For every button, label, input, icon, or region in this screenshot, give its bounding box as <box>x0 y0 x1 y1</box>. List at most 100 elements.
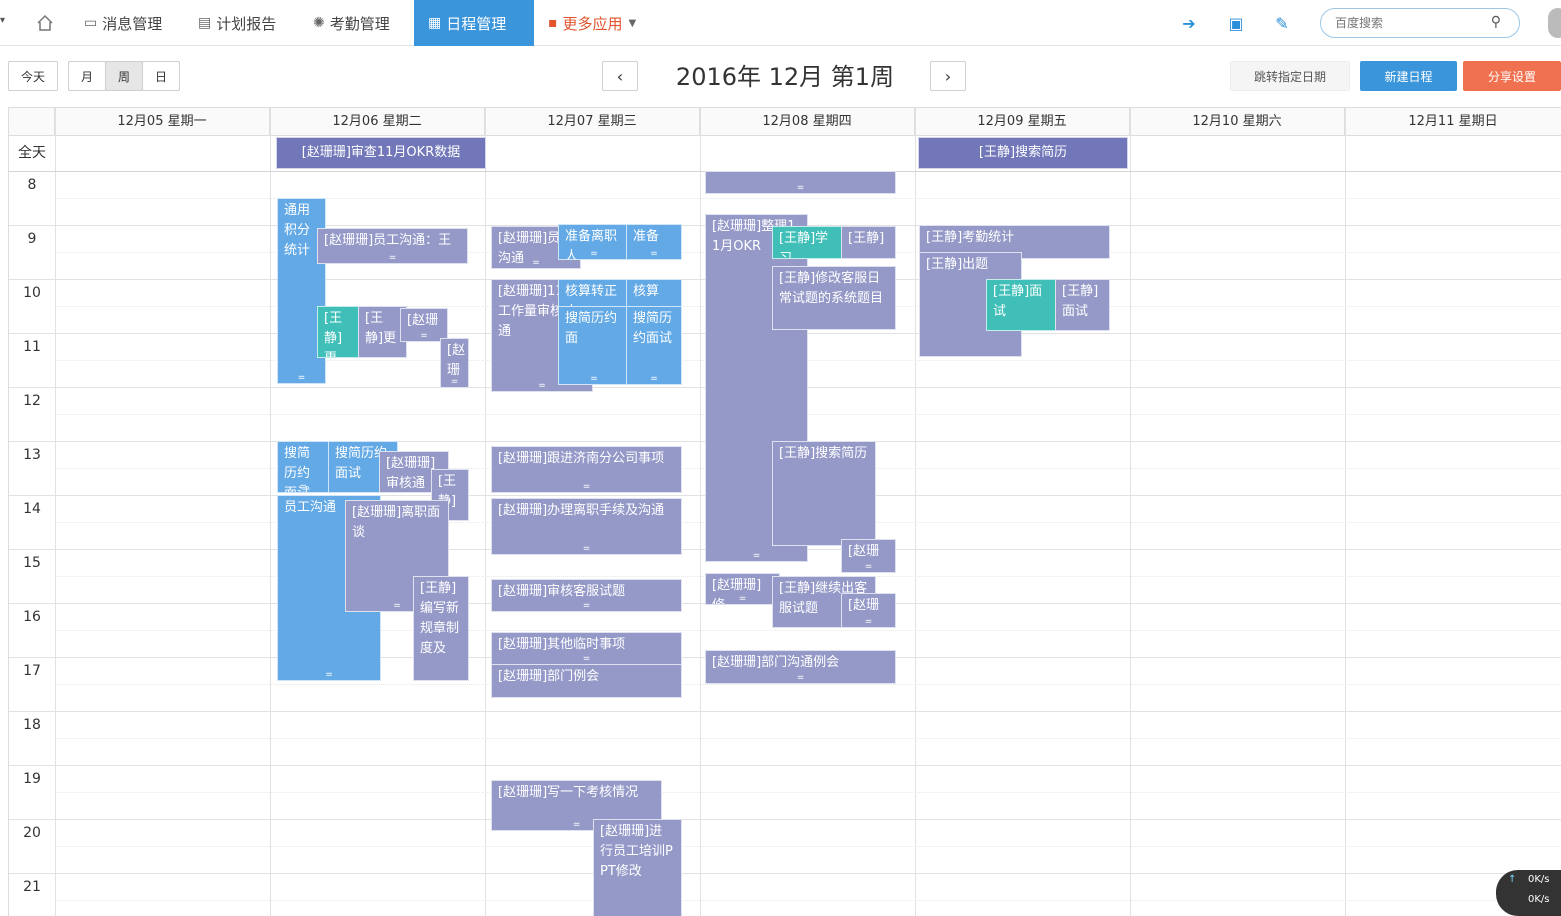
resize-handle[interactable]: = <box>492 655 681 664</box>
search-icon[interactable]: ⚲ <box>1491 14 1501 30</box>
upload-speed: 0K/s <box>1528 874 1550 885</box>
event-title: [王静]编写新规章制度及 <box>420 581 460 656</box>
day-header[interactable]: 12月11 星期日 <box>1345 108 1561 136</box>
hour-label: 19 <box>23 771 41 787</box>
calendar-event[interactable]: 准备 = <box>626 224 682 260</box>
calendar-event[interactable]: 准备离职人 = <box>558 224 630 260</box>
edit-icon: ✎ <box>1275 13 1289 33</box>
contacts-icon: ▣ <box>1228 13 1244 33</box>
calendar-event[interactable]: 搜简历约面试= <box>626 306 682 385</box>
resize-handle[interactable]: = <box>706 184 895 193</box>
nav-item-messages[interactable]: ▭ 消息管理 <box>84 0 162 46</box>
resize-handle[interactable]: = <box>492 545 681 554</box>
nav-item-more-apps[interactable]: ▪ 更多应用 ▼ <box>548 0 636 46</box>
calendar-event[interactable]: [赵珊珊]修= <box>705 573 780 605</box>
calendar-event[interactable]: [赵珊珊]审核客服试题 = <box>491 579 682 612</box>
top-nav: ▾ ▭ 消息管理 ▤ 计划报告 ✺ 考勤管理 ▦ 日程管理 ▪ 更多应用 ▼ ➔ ▣ ✎ … <box>0 0 1561 46</box>
resize-handle[interactable]: = <box>278 483 328 492</box>
resize-handle[interactable]: = <box>492 602 681 611</box>
calendar-event[interactable]: [赵珊 = <box>440 338 469 388</box>
event-title: [王静]出题 <box>926 257 989 272</box>
resize-handle[interactable]: = <box>492 259 580 268</box>
hour-label: 15 <box>23 555 41 571</box>
calendar-event[interactable]: 搜简历约面试= <box>277 441 329 493</box>
week-view-button[interactable]: 周 <box>105 61 143 91</box>
hour-label: 18 <box>23 717 41 733</box>
event-title: [赵珊珊]办理离职手续及沟通 <box>498 503 665 518</box>
download-speed: 0K/s <box>1528 894 1550 905</box>
resize-handle[interactable]: = <box>706 595 779 604</box>
edit-button[interactable]: ✎ <box>1271 12 1293 34</box>
allday-event[interactable]: [赵珊珊]审查11月OKR数据 <box>276 137 486 169</box>
avatar[interactable] <box>1548 8 1561 38</box>
nav-item-reports[interactable]: ▤ 计划报告 <box>198 0 276 46</box>
calendar-event[interactable]: [赵珊 = <box>841 593 896 628</box>
event-title: 准备 <box>633 229 660 244</box>
day-header[interactable]: 12月10 星期六 <box>1130 108 1345 136</box>
calendar-event[interactable]: [赵珊珊]员工沟通：王 = <box>317 228 468 264</box>
calendar-event[interactable]: [赵珊 = <box>400 308 448 342</box>
home-button[interactable] <box>36 0 58 46</box>
event-title: [赵珊珊]部门例会 <box>498 669 600 684</box>
resize-handle[interactable]: = <box>559 375 629 384</box>
nav-item-schedule[interactable]: ▦ 日程管理 <box>414 0 534 46</box>
calendar-event[interactable]: [王静]修改客服日常试题的系统题目 <box>772 266 896 330</box>
resize-handle[interactable]: = <box>842 563 895 572</box>
nav-item-attendance[interactable]: ✺ 考勤管理 <box>313 0 390 46</box>
network-speed-widget[interactable]: ↑ 0K/s 0K/s <box>1496 870 1561 916</box>
calendar-event[interactable]: [王静]面试 <box>1055 279 1110 331</box>
day-header[interactable]: 12月08 星期四 <box>700 108 915 136</box>
resize-handle[interactable]: = <box>706 552 807 561</box>
resize-handle[interactable]: = <box>559 250 629 259</box>
event-title: [赵珊珊]员工沟通：王 <box>324 233 452 248</box>
today-button[interactable]: 今天 <box>8 61 58 91</box>
month-view-button[interactable]: 月 <box>68 61 106 91</box>
day-header[interactable]: 12月05 星期一 <box>55 108 270 136</box>
resize-handle[interactable]: = <box>706 674 895 683</box>
next-week-button[interactable]: › <box>930 61 966 91</box>
share-settings-button[interactable]: 分享设置 <box>1463 61 1561 91</box>
resize-handle[interactable]: = <box>278 671 380 680</box>
resize-handle[interactable]: = <box>441 378 468 387</box>
nav-label: 日程管理 <box>446 14 507 33</box>
calendar-event[interactable]: [王静]搜索简历 <box>772 441 876 546</box>
event-title: 核算 <box>633 284 660 299</box>
calendar-event[interactable]: [赵珊珊]部门沟通例会 = <box>705 650 896 684</box>
resize-handle[interactable]: = <box>278 374 325 383</box>
contacts-button[interactable]: ▣ <box>1225 12 1247 34</box>
calendar-event[interactable]: [王静]学习 <box>772 226 844 259</box>
calendar-event[interactable]: [赵珊珊]跟进济南分公司事项 = <box>491 446 682 493</box>
hour-label: 16 <box>23 609 41 625</box>
calendar-event[interactable]: [赵珊 = <box>841 539 896 573</box>
calendar-event[interactable]: [赵珊珊]部门例会 <box>491 664 682 698</box>
collapse-arrow-icon[interactable]: ▾ <box>0 15 5 26</box>
resize-handle[interactable]: = <box>318 254 467 263</box>
resize-handle[interactable]: = <box>627 375 681 384</box>
export-button[interactable]: ➔ <box>1178 12 1200 34</box>
event-title: [赵珊珊]审核客服试题 <box>498 584 626 599</box>
search-input[interactable] <box>1335 14 1485 32</box>
resize-handle[interactable]: = <box>627 250 681 259</box>
allday-event[interactable]: [王静]搜索简历 <box>918 137 1128 169</box>
calendar-event[interactable]: = <box>705 171 896 194</box>
calendar-event[interactable]: [王静]更 <box>317 306 360 358</box>
day-header[interactable]: 12月07 星期三 <box>485 108 700 136</box>
new-schedule-button[interactable]: 新建日程 <box>1360 61 1457 91</box>
calendar-event[interactable]: [赵珊珊]进行员工培训PPT修改 <box>593 819 682 916</box>
calendar-event[interactable]: [赵珊珊]办理离职手续及沟通 = <box>491 498 682 555</box>
calendar-event[interactable]: 搜简历约面 = <box>558 306 630 385</box>
prev-week-button[interactable]: ‹ <box>602 61 638 91</box>
jump-date-button[interactable]: 跳转指定日期 <box>1230 61 1350 91</box>
resize-handle[interactable]: = <box>492 483 681 492</box>
hour-label: 14 <box>23 501 41 517</box>
calendar-event[interactable]: [王静]面试 <box>986 279 1058 331</box>
resize-handle[interactable]: = <box>842 618 895 627</box>
hour-label: 11 <box>23 339 41 355</box>
day-header[interactable]: 12月09 星期五 <box>915 108 1130 136</box>
day-header[interactable]: 12月06 星期二 <box>270 108 485 136</box>
hour-label: 10 <box>23 285 41 301</box>
calendar-event[interactable]: [王静]编写新规章制度及 <box>413 576 469 681</box>
calendar-event[interactable]: [王静] <box>841 226 896 259</box>
day-view-button[interactable]: 日 <box>142 61 180 91</box>
calendar-event[interactable]: [赵珊珊]其他临时事项 = <box>491 632 682 665</box>
